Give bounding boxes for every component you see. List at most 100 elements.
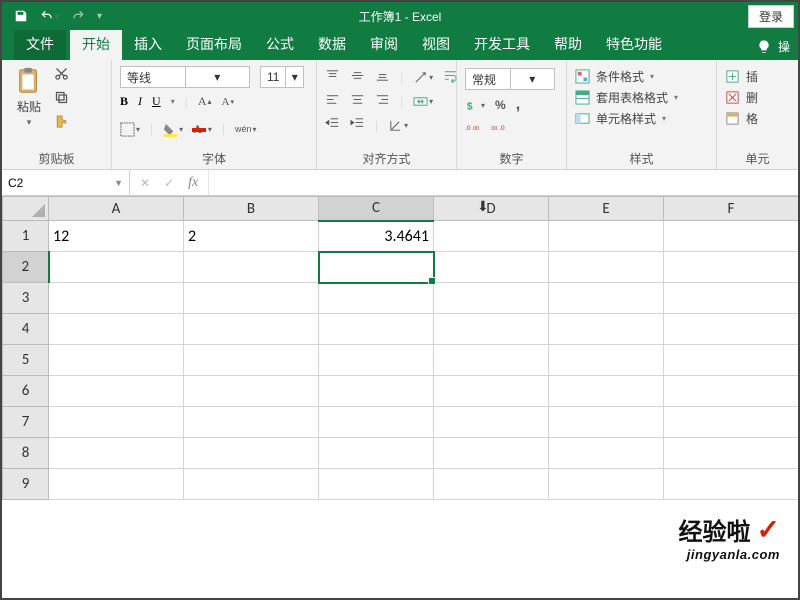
comma-format-icon[interactable]: , (516, 96, 520, 114)
cancel-formula-icon[interactable]: ✕ (140, 176, 150, 190)
cell[interactable] (49, 376, 184, 407)
redo-icon[interactable] (71, 9, 85, 23)
tab-features[interactable]: 特色功能 (594, 28, 674, 60)
cell[interactable] (434, 314, 549, 345)
decrease-decimal-icon[interactable]: .00.0 (490, 120, 505, 138)
conditional-format-button[interactable]: 条件格式 ▾ (575, 68, 708, 85)
row-header-8[interactable]: 8 (3, 438, 49, 469)
cell[interactable] (549, 345, 664, 376)
cut-icon[interactable] (54, 66, 69, 84)
cell[interactable] (664, 314, 799, 345)
cell[interactable] (49, 438, 184, 469)
tab-home[interactable]: 开始 (70, 28, 122, 60)
increase-indent-icon[interactable] (350, 116, 365, 134)
font-size-combo[interactable]: 11 ▾ (260, 66, 304, 88)
increase-font-icon[interactable]: A▴ (198, 94, 212, 109)
format-table-button[interactable]: 套用表格格式 ▾ (575, 89, 708, 106)
cell[interactable] (434, 345, 549, 376)
align-bottom-icon[interactable] (375, 68, 390, 86)
cell[interactable] (184, 345, 319, 376)
cell[interactable] (549, 407, 664, 438)
row-header-2[interactable]: 2 (3, 252, 49, 283)
tab-formulas[interactable]: 公式 (254, 28, 306, 60)
chevron-down-icon[interactable]: ▼ (114, 178, 123, 188)
cell[interactable] (184, 376, 319, 407)
row-header-4[interactable]: 4 (3, 314, 49, 345)
chevron-down-icon[interactable]: ▾ (185, 67, 250, 87)
cell[interactable] (434, 283, 549, 314)
format-painter-icon[interactable] (54, 114, 69, 132)
cell[interactable] (49, 407, 184, 438)
row-header-1[interactable]: 1 (3, 221, 49, 252)
cell[interactable] (319, 376, 434, 407)
chevron-down-icon[interactable]: ▾ (662, 114, 666, 123)
fx-icon[interactable]: fx (188, 175, 198, 191)
cell[interactable] (549, 438, 664, 469)
cell[interactable] (664, 345, 799, 376)
cell[interactable] (434, 469, 549, 500)
cell[interactable] (184, 314, 319, 345)
delete-cells-button[interactable]: 删 (725, 89, 790, 106)
cell[interactable] (434, 376, 549, 407)
cell[interactable] (319, 407, 434, 438)
underline-button[interactable]: U (152, 94, 161, 109)
cell[interactable] (49, 469, 184, 500)
cell-F1[interactable] (664, 221, 799, 252)
cell[interactable] (434, 438, 549, 469)
chevron-down-icon[interactable]: ▾ (674, 93, 678, 102)
italic-button[interactable]: I (138, 94, 142, 109)
login-button[interactable]: 登录 (748, 5, 794, 28)
decrease-font-icon[interactable]: A▾ (222, 96, 234, 108)
number-format-combo[interactable]: 常规 ▾ (465, 68, 555, 90)
borders-icon[interactable]: ▾ (120, 122, 140, 137)
chevron-down-icon[interactable]: ▾ (55, 12, 59, 21)
col-header-E[interactable]: E (549, 197, 664, 221)
tab-data[interactable]: 数据 (306, 28, 358, 60)
cell[interactable] (49, 345, 184, 376)
row-header-9[interactable]: 9 (3, 469, 49, 500)
col-header-B[interactable]: B (184, 197, 319, 221)
cell[interactable] (49, 283, 184, 314)
cell-A2[interactable] (49, 252, 184, 283)
tell-me-search[interactable]: 操 (748, 33, 798, 60)
increase-decimal-icon[interactable]: .0.00 (465, 120, 480, 138)
accept-formula-icon[interactable]: ✓ (164, 176, 174, 190)
tab-review[interactable]: 审阅 (358, 28, 410, 60)
tab-view[interactable]: 视图 (410, 28, 462, 60)
name-box[interactable]: C2 ▼ (2, 170, 130, 195)
cell[interactable] (664, 407, 799, 438)
align-middle-icon[interactable] (350, 68, 365, 86)
cell[interactable] (319, 283, 434, 314)
format-cells-button[interactable]: 格 (725, 110, 790, 127)
cell[interactable] (434, 407, 549, 438)
cell-D1[interactable] (434, 221, 549, 252)
tab-help[interactable]: 帮助 (542, 28, 594, 60)
chevron-down-icon[interactable]: ▾ (510, 69, 555, 89)
decrease-indent-icon[interactable] (325, 116, 340, 134)
tab-file[interactable]: 文件 (14, 28, 66, 60)
cell[interactable] (49, 314, 184, 345)
cell[interactable] (319, 314, 434, 345)
merge-center-icon[interactable]: ▾ (413, 94, 433, 109)
cell[interactable] (664, 376, 799, 407)
select-all-corner[interactable] (3, 197, 49, 221)
cell[interactable] (664, 469, 799, 500)
col-header-F[interactable]: F (664, 197, 799, 221)
qat-customize-icon[interactable]: ▾ (97, 11, 102, 22)
bold-button[interactable]: B (120, 94, 128, 109)
align-left-icon[interactable] (325, 92, 340, 110)
chevron-down-icon[interactable]: ▾ (285, 67, 303, 87)
tab-developer[interactable]: 开发工具 (462, 28, 542, 60)
orientation-icon[interactable]: ▾ (413, 70, 433, 85)
col-header-A[interactable]: A (49, 197, 184, 221)
cell-D2[interactable] (434, 252, 549, 283)
cell-styles-button[interactable]: 单元格样式 ▾ (575, 110, 708, 127)
align-right-icon[interactable] (375, 92, 390, 110)
cell[interactable] (664, 283, 799, 314)
accounting-format-icon[interactable]: $▾ (465, 98, 485, 113)
cell-F2[interactable] (664, 252, 799, 283)
cell-C2[interactable] (319, 252, 434, 283)
row-header-5[interactable]: 5 (3, 345, 49, 376)
cell[interactable] (319, 345, 434, 376)
wrap-text-icon[interactable] (443, 68, 458, 86)
